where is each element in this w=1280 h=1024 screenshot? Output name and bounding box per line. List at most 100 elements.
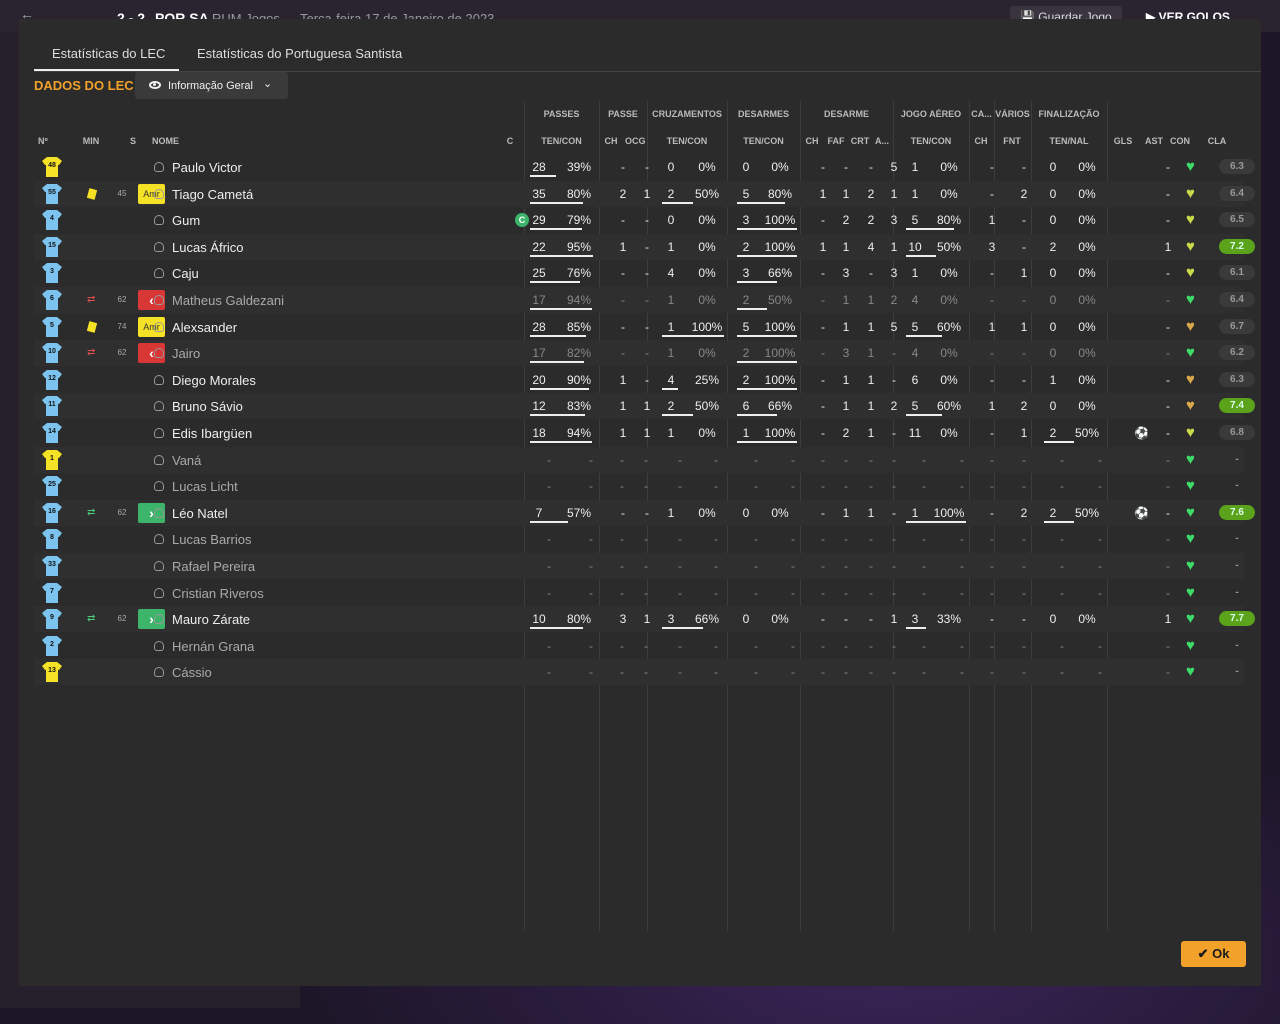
passes-bar bbox=[530, 521, 568, 523]
table-row[interactable]: 15 Lucas Áfrico 22 95% 1 - 1 0% 2 100% 1 1 4 1 10 50% 3 -… bbox=[34, 234, 1255, 260]
stat-cell: - bbox=[869, 639, 873, 653]
passes-bar bbox=[530, 388, 589, 390]
column-header-ch2[interactable]: CH bbox=[802, 136, 822, 146]
table-row[interactable]: 10 ⇄ 62 ‹ Jairo 17 82% - -1 0% 2 100% -3 1-4 0% - -0 0% - ♥… bbox=[34, 340, 1255, 366]
crosses-attempts: 1 bbox=[667, 426, 675, 440]
player-name[interactable]: Cássio bbox=[172, 665, 212, 680]
column-header-s[interactable]: S bbox=[127, 136, 139, 146]
tab-opponent-stats[interactable]: Estatísticas do Portuguesa Santista bbox=[197, 46, 402, 61]
stat-cell: - bbox=[791, 479, 795, 493]
shots-pct: 0% bbox=[1078, 240, 1096, 254]
shirt-number-icon: 48 bbox=[42, 157, 62, 177]
player-name[interactable]: Bruno Sávio bbox=[172, 399, 243, 414]
player-name[interactable]: Jairo bbox=[172, 346, 200, 361]
column-header-c[interactable]: C bbox=[505, 136, 515, 146]
player-name[interactable]: Alexsander bbox=[172, 320, 237, 335]
passes-pct: 80% bbox=[566, 612, 592, 626]
column-header-faf[interactable]: FAF bbox=[825, 136, 847, 146]
match-rating: 6.3 bbox=[1219, 372, 1255, 387]
table-row[interactable]: 14 Edis Ibargüen 18 94% 1 1 1 0% 1 100% -2 1-11 0% -1… bbox=[34, 420, 1255, 446]
column-header-min[interactable]: MIN bbox=[81, 136, 101, 146]
table-row[interactable]: 9 ⇄ 62 › Mauro Zárate 10 80% 3 1 3 66% 0 0% - - -1 3 33% -… bbox=[34, 606, 1255, 632]
crosses-attempts: 1 bbox=[667, 346, 675, 360]
stat-cell: - bbox=[960, 479, 964, 493]
player-name[interactable]: Lucas Barrios bbox=[172, 532, 251, 547]
column-header-num[interactable]: Nº bbox=[38, 136, 58, 146]
shots-bar bbox=[1044, 521, 1074, 523]
column-header-fnt[interactable]: FNT bbox=[1000, 136, 1024, 146]
player-name[interactable]: Tiago Cametá bbox=[172, 187, 253, 202]
column-header-ch1[interactable]: CH bbox=[601, 136, 621, 146]
table-row[interactable]: 3 Caju 25 76% - -4 0% 3 66% -3-3 1 0% -1 0 0% - ♥ 6.1 bbox=[34, 260, 1255, 286]
condition-heart-icon: ♥ bbox=[1186, 158, 1195, 175]
table-row[interactable]: 2 Hernán Grana - - - - - - - - - - - - - - - - - - - ♥ - bbox=[34, 633, 1244, 659]
player-name[interactable]: Gum bbox=[172, 213, 200, 228]
table-row[interactable]: 5 74 Amr Alexsander 28 85% - -1 100% 5 100% -1 1 5 5 60… bbox=[34, 314, 1255, 340]
stat-cell: - bbox=[844, 639, 848, 653]
player-name[interactable]: Rafael Pereira bbox=[172, 559, 255, 574]
passes-pct: 94% bbox=[566, 426, 592, 440]
player-name[interactable]: Edis Ibargüen bbox=[172, 426, 252, 441]
table-row[interactable]: 7 Cristian Riveros - - - - - - - - - - - - - - - - - - - ♥ - bbox=[34, 580, 1244, 606]
table-row[interactable]: 11 Bruno Sávio 12 83% 1 1 2 50% 6 66% -1 1 2 5 60% 1 2 0 0… bbox=[34, 393, 1255, 419]
table-row[interactable]: 6 ⇄ 62 ‹ Matheus Galdezani 17 94% - -1 0% 2 50% -1 1 2… bbox=[34, 287, 1255, 313]
passe-ocg: 1 bbox=[643, 426, 651, 440]
table-row[interactable]: 4 Gum C 29 79% - -0 0% 3 100% -2 2 3 5 80% 1-0 0% - ♥ 6.5 bbox=[34, 207, 1255, 233]
column-header-nome[interactable]: NOME bbox=[152, 136, 192, 146]
player-name[interactable]: Caju bbox=[172, 266, 199, 281]
player-name[interactable]: Lucas Licht bbox=[172, 479, 238, 494]
view-dropdown[interactable]: Informação Geral ⌄ bbox=[135, 72, 288, 99]
column-header-gls[interactable]: GLS bbox=[1111, 136, 1135, 146]
passes-attempts: 20 bbox=[532, 373, 546, 387]
table-row[interactable]: 16 ⇄ 62 › Léo Natel 7 57% - -1 0% 0 0% -1 1-1 100% -2 2 5… bbox=[34, 500, 1255, 526]
column-header-cruz[interactable]: TEN/CON bbox=[647, 136, 727, 146]
stat-cell: - bbox=[1022, 532, 1026, 546]
table-row[interactable]: 13 Cássio - - - - - - - - - - - - - - - - - - - ♥ - bbox=[34, 659, 1244, 685]
column-header-ast[interactable]: AST bbox=[1142, 136, 1166, 146]
table-row[interactable]: 25 Lucas Licht - - - - - - - - - - - - - - - - - - - ♥ - bbox=[34, 473, 1244, 499]
column-header-passes[interactable]: TEN/CON bbox=[524, 136, 599, 146]
player-name[interactable]: Hernán Grana bbox=[172, 639, 254, 654]
passe-ocg: - bbox=[645, 213, 649, 227]
shirt-number-icon: 4 bbox=[42, 210, 62, 230]
column-header-aereo[interactable]: TEN/CON bbox=[893, 136, 969, 146]
stat-cell: - bbox=[844, 453, 848, 467]
player-name[interactable]: Matheus Galdezani bbox=[172, 293, 284, 308]
condition-heart-icon: ♥ bbox=[1186, 530, 1195, 547]
varios-fnt: - bbox=[1022, 213, 1026, 227]
aerial-attempts: 1 bbox=[911, 506, 919, 520]
stat-cell: - bbox=[821, 559, 825, 573]
passe-ocg: 1 bbox=[643, 399, 651, 413]
player-name[interactable]: Lucas Áfrico bbox=[172, 240, 244, 255]
column-header-con[interactable]: CON bbox=[1169, 136, 1191, 146]
column-header-fin[interactable]: TEN/NAL bbox=[1031, 136, 1107, 146]
chevron-down-icon: ⌄ bbox=[263, 78, 273, 90]
crosses-pct: 0% bbox=[698, 506, 716, 520]
table-row[interactable]: 8 Lucas Barrios - - - - - - - - - - - - - - - - - - - ♥ - bbox=[34, 526, 1244, 552]
player-name[interactable]: Mauro Zárate bbox=[172, 612, 250, 627]
player-profile-icon bbox=[154, 534, 164, 544]
stat-cell: - bbox=[791, 665, 795, 679]
table-row[interactable]: 1 Vaná - - - - - - - - - - - - - - - - - - - ♥ - bbox=[34, 447, 1244, 473]
column-header-ch3[interactable]: CH bbox=[971, 136, 991, 146]
column-header-ocg[interactable]: OCG bbox=[625, 136, 646, 146]
column-header-cla[interactable]: CLA bbox=[1205, 136, 1229, 146]
table-row[interactable]: 48 Paulo Victor 28 39% - - 0 0% 0 0% - - - 5 1 0% - - 0 0% -… bbox=[34, 154, 1255, 180]
player-name[interactable]: Paulo Victor bbox=[172, 160, 242, 175]
player-name[interactable]: Diego Morales bbox=[172, 373, 256, 388]
ok-button[interactable]: ✔ Ok bbox=[1181, 941, 1246, 967]
player-name[interactable]: Vaná bbox=[172, 453, 201, 468]
player-name[interactable]: Léo Natel bbox=[172, 506, 228, 521]
table-row[interactable]: 33 Rafael Pereira - - - - - - - - - - - - - - - - - - - ♥ - bbox=[34, 553, 1244, 579]
table-row[interactable]: 12 Diego Morales 20 90% 1 - 4 25% 2 100% - 1 1 - 6 0% - -… bbox=[34, 367, 1255, 393]
tackles-attempts: 0 bbox=[742, 506, 750, 520]
column-header-crt[interactable]: CRT bbox=[849, 136, 871, 146]
player-name[interactable]: Cristian Riveros bbox=[172, 586, 264, 601]
ca-ch: - bbox=[990, 506, 994, 520]
table-row[interactable]: 55 45 Amr Tiago Cametá 35 80% 2 1 2 50% 5 80% 1 1 2 1 1 0… bbox=[34, 181, 1255, 207]
shirt-number-icon: 15 bbox=[42, 237, 62, 257]
tab-lec-stats[interactable]: Estatísticas do LEC bbox=[52, 46, 165, 61]
column-header-a[interactable]: A... bbox=[872, 136, 892, 146]
column-header-des[interactable]: TEN/CON bbox=[727, 136, 800, 146]
stat-cell: - bbox=[821, 639, 825, 653]
